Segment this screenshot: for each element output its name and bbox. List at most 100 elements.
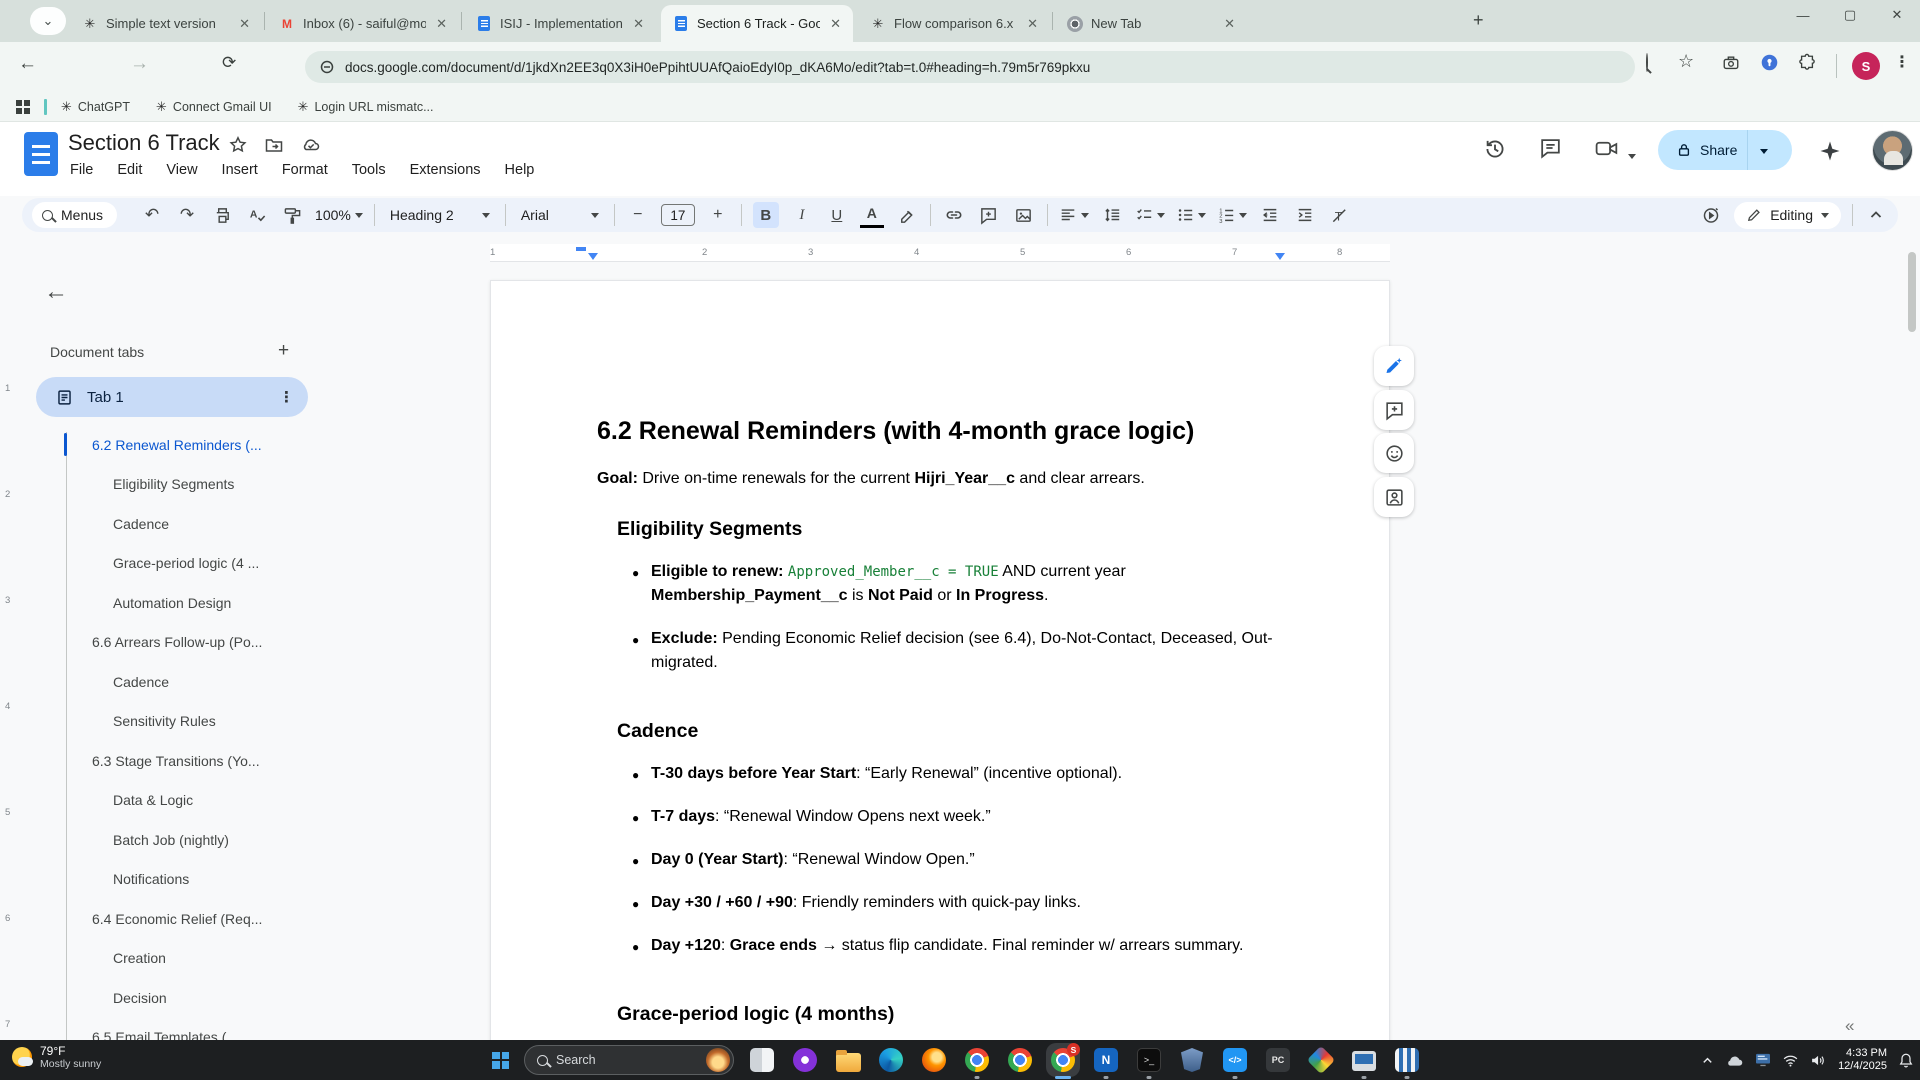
- scrollbar-thumb[interactable]: [1908, 252, 1916, 332]
- zoom-select[interactable]: 100%: [315, 202, 363, 228]
- outline-item[interactable]: 6.2 Renewal Reminders (...: [0, 425, 330, 465]
- styles-select[interactable]: Heading 2: [386, 202, 494, 228]
- font-select[interactable]: Arial: [517, 202, 603, 228]
- monitor-app-taskbar-icon[interactable]: [1351, 1047, 1377, 1073]
- menus-search-pill[interactable]: Menus: [32, 202, 117, 228]
- document-page[interactable]: 6.2 Renewal Reminders (with 4-month grac…: [490, 280, 1390, 1080]
- window-close-button[interactable]: ✕: [1874, 0, 1920, 30]
- tab-search-button[interactable]: ⌄: [30, 7, 66, 35]
- add-comment-rail-button[interactable]: [1374, 390, 1414, 430]
- add-comment-button[interactable]: [977, 202, 1001, 228]
- terminal-app-taskbar-icon[interactable]: >_: [1136, 1047, 1162, 1073]
- text-color-button[interactable]: A: [860, 202, 884, 228]
- google-docs-logo[interactable]: [24, 132, 58, 176]
- url-text[interactable]: docs.google.com/document/d/1jkdXn2EE3q0X…: [345, 60, 1090, 75]
- suggest-edits-button[interactable]: [1374, 477, 1414, 517]
- tab-options-kebab[interactable]: ⋮: [279, 388, 294, 406]
- lens-search-icon[interactable]: [1646, 54, 1648, 72]
- window-minimize-button[interactable]: —: [1780, 0, 1826, 30]
- horizontal-ruler[interactable]: 12345678: [340, 244, 1900, 264]
- bookmark-item[interactable]: ✳Connect Gmail UI: [156, 99, 272, 115]
- back-button[interactable]: ←: [18, 53, 37, 75]
- diamond-app-taskbar-icon[interactable]: [1308, 1047, 1334, 1073]
- shield-app-taskbar-icon[interactable]: [1179, 1047, 1205, 1073]
- chrome-profile-s-taskbar-icon[interactable]: S: [1050, 1047, 1076, 1073]
- align-button[interactable]: [1059, 202, 1089, 228]
- widgets-app-taskbar-icon[interactable]: [749, 1047, 775, 1073]
- outline-item[interactable]: Automation Design: [0, 583, 330, 623]
- comments-icon[interactable]: [1538, 136, 1563, 161]
- vscode-app-taskbar-icon[interactable]: </>: [1222, 1047, 1248, 1073]
- increase-indent-button[interactable]: [1293, 202, 1317, 228]
- outline-item[interactable]: Cadence: [0, 504, 330, 544]
- paint-format-button[interactable]: [280, 202, 304, 228]
- onedrive-cloud-icon[interactable]: [1725, 1053, 1744, 1068]
- browser-profile-avatar[interactable]: S: [1852, 52, 1880, 80]
- outline-item[interactable]: Eligibility Segments: [0, 465, 330, 505]
- hide-menus-chevron[interactable]: [1864, 202, 1888, 228]
- left-indent-marker[interactable]: [576, 247, 586, 251]
- camera-extension-icon[interactable]: [1722, 54, 1740, 72]
- extensions-puzzle-icon[interactable]: [1798, 53, 1816, 71]
- reload-button[interactable]: ⟳: [222, 53, 236, 73]
- outline-item[interactable]: 6.4 Economic Relief (Req...: [0, 899, 330, 939]
- apps-grid-icon[interactable]: [16, 100, 30, 114]
- italic-button[interactable]: I: [790, 202, 814, 228]
- tab-close-icon[interactable]: ✕: [828, 16, 843, 32]
- firefox-browser-taskbar-icon[interactable]: [921, 1047, 947, 1073]
- outline-item[interactable]: Batch Job (nightly): [0, 820, 330, 860]
- account-avatar[interactable]: [1872, 130, 1913, 171]
- outline-item[interactable]: Data & Logic: [0, 781, 330, 821]
- outline-item[interactable]: Grace-period logic (4 ...: [0, 544, 330, 584]
- bookmark-star-icon[interactable]: ☆: [1678, 51, 1694, 72]
- start-button[interactable]: [492, 1052, 509, 1069]
- browser-tab[interactable]: MInbox (6) - saiful@momentum-...✕: [267, 5, 459, 42]
- outline-item[interactable]: Notifications: [0, 860, 330, 900]
- print-button[interactable]: [210, 202, 234, 228]
- taskbar-search[interactable]: Search: [524, 1045, 734, 1075]
- line-spacing-button[interactable]: [1100, 202, 1124, 228]
- tray-show-hidden-chevron[interactable]: [1701, 1054, 1714, 1067]
- pc-app-taskbar-icon[interactable]: PC: [1265, 1047, 1291, 1073]
- notification-bell-icon[interactable]: [1898, 1052, 1914, 1069]
- collapse-panel-chevrons[interactable]: «: [1845, 1016, 1854, 1036]
- numbered-list-button[interactable]: 123: [1217, 202, 1247, 228]
- first-line-indent-marker[interactable]: [588, 253, 598, 260]
- bulleted-list-button[interactable]: [1176, 202, 1206, 228]
- clear-formatting-button[interactable]: T: [1328, 202, 1352, 228]
- decrease-indent-button[interactable]: [1258, 202, 1282, 228]
- font-size-input[interactable]: 17: [661, 204, 695, 226]
- tab-close-icon[interactable]: ✕: [434, 16, 449, 32]
- weather-widget[interactable]: 79°F Mostly sunny: [12, 1044, 101, 1070]
- outline-item[interactable]: Cadence: [0, 662, 330, 702]
- chrome-window-1-taskbar-icon[interactable]: [964, 1047, 990, 1073]
- undo-button[interactable]: ↶: [140, 202, 164, 228]
- spellcheck-button[interactable]: A: [245, 202, 269, 228]
- move-to-folder-icon[interactable]: [264, 135, 284, 155]
- bookmark-item[interactable]: ✳ChatGPT: [61, 99, 130, 115]
- outline-item[interactable]: 6.3 Stage Transitions (Yo...: [0, 741, 330, 781]
- share-button[interactable]: Share: [1658, 130, 1792, 170]
- editing-mode-select[interactable]: Editing: [1734, 202, 1841, 229]
- checklist-button[interactable]: [1135, 202, 1165, 228]
- meet-video-icon[interactable]: [1594, 136, 1621, 161]
- right-indent-marker[interactable]: [1275, 253, 1285, 260]
- tab-close-icon[interactable]: ✕: [1222, 16, 1237, 32]
- window-maximize-button[interactable]: ▢: [1827, 0, 1873, 30]
- new-tab-button[interactable]: +: [1473, 10, 1484, 31]
- menu-view[interactable]: View: [166, 162, 197, 178]
- document-title[interactable]: Section 6 Track: [68, 130, 220, 156]
- menu-file[interactable]: File: [70, 162, 93, 178]
- menu-insert[interactable]: Insert: [222, 162, 258, 178]
- file-explorer-taskbar-icon[interactable]: [835, 1047, 861, 1073]
- bold-button[interactable]: B: [753, 202, 779, 228]
- menu-help[interactable]: Help: [505, 162, 535, 178]
- insert-link-button[interactable]: [942, 202, 966, 228]
- cloud-saved-icon[interactable]: [300, 135, 322, 155]
- blue-app-taskbar-icon[interactable]: N: [1093, 1047, 1119, 1073]
- browser-tab[interactable]: ✳Simple text version✕: [70, 5, 262, 42]
- password-manager-icon[interactable]: [1760, 53, 1779, 72]
- browser-tab[interactable]: Section 6 Track - Google Docs✕: [661, 5, 853, 42]
- browser-tab[interactable]: ✳Flow comparison 6.x requireme...✕: [858, 5, 1050, 42]
- add-tab-button[interactable]: +: [278, 340, 289, 362]
